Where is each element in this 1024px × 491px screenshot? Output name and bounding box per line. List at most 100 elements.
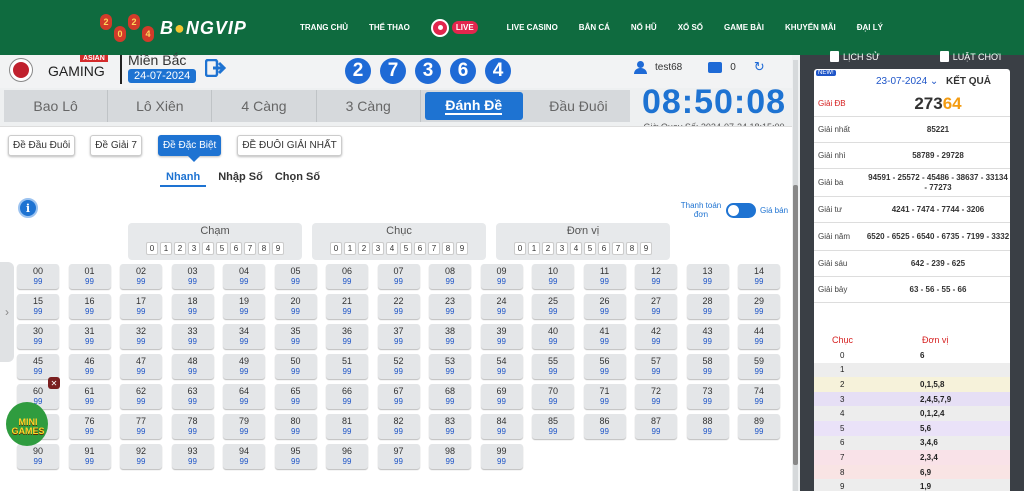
filter-digit-button[interactable]: 5 [584, 242, 596, 255]
number-cell[interactable]: 44 99 [738, 324, 780, 349]
number-cell[interactable]: 66 99 [326, 384, 368, 409]
number-cell[interactable]: 87 99 [635, 414, 677, 439]
number-cell[interactable]: 28 99 [686, 294, 729, 319]
number-cell[interactable]: 58 99 [686, 354, 729, 379]
number-cell[interactable]: 59 99 [738, 354, 780, 379]
number-cell[interactable]: 26 99 [583, 294, 626, 319]
number-cell[interactable]: 85 99 [532, 414, 574, 439]
number-cell[interactable]: 46 99 [68, 354, 111, 379]
tab-dau-duoi[interactable]: Đầu Đuôi [527, 90, 630, 122]
number-cell[interactable]: 54 99 [480, 354, 523, 379]
number-cell[interactable]: 55 99 [532, 354, 574, 379]
filter-digit-button[interactable]: 8 [442, 242, 454, 255]
number-cell[interactable]: 72 99 [635, 384, 677, 409]
number-cell[interactable]: 92 99 [120, 444, 162, 469]
number-cell[interactable]: 64 99 [223, 384, 265, 409]
number-cell[interactable]: 45 99 [17, 354, 59, 379]
filter-digit-button[interactable]: 6 [598, 242, 610, 255]
number-cell[interactable]: 24 99 [480, 294, 523, 319]
number-cell[interactable]: 05 99 [274, 264, 317, 289]
filter-digit-button[interactable]: 7 [428, 242, 440, 255]
number-cell[interactable]: 93 99 [171, 444, 214, 469]
number-cell[interactable]: 42 99 [635, 324, 677, 349]
filter-digit-button[interactable]: 8 [626, 242, 638, 255]
number-cell[interactable]: 16 99 [68, 294, 111, 319]
number-cell[interactable]: 99 99 [480, 444, 523, 469]
number-cell[interactable]: 36 99 [326, 324, 368, 349]
nav-sports[interactable]: THỂ THAO [369, 23, 410, 32]
number-cell[interactable]: 82 99 [377, 414, 420, 439]
number-cell[interactable]: 89 99 [738, 414, 780, 439]
filter-digit-button[interactable]: 5 [400, 242, 412, 255]
number-cell[interactable]: 01 99 [68, 264, 111, 289]
number-cell[interactable]: 11 99 [583, 264, 626, 289]
number-cell[interactable]: 53 99 [429, 354, 471, 379]
number-cell[interactable]: 07 99 [377, 264, 420, 289]
number-cell[interactable]: 31 99 [68, 324, 111, 349]
number-cell[interactable]: 77 99 [120, 414, 162, 439]
toggle-switch[interactable] [726, 202, 756, 218]
number-cell[interactable]: 27 99 [635, 294, 677, 319]
number-cell[interactable]: 74 99 [738, 384, 780, 409]
number-cell[interactable]: 88 99 [686, 414, 729, 439]
number-cell[interactable]: 41 99 [583, 324, 626, 349]
filter-digit-button[interactable]: 9 [272, 242, 284, 255]
number-cell[interactable]: 37 99 [377, 324, 420, 349]
number-cell[interactable]: 10 99 [532, 264, 574, 289]
number-cell[interactable]: 40 99 [532, 324, 574, 349]
number-cell[interactable]: 14 99 [738, 264, 780, 289]
number-cell[interactable]: 79 99 [223, 414, 265, 439]
filter-digit-button[interactable]: 4 [202, 242, 214, 255]
results-date-select[interactable]: 23-07-2024 ⌄ [876, 76, 938, 87]
number-cell[interactable]: 17 99 [120, 294, 162, 319]
number-cell[interactable]: 76 99 [68, 414, 111, 439]
number-cell[interactable]: 03 99 [171, 264, 214, 289]
number-cell[interactable]: 81 99 [326, 414, 368, 439]
number-cell[interactable]: 29 99 [738, 294, 780, 319]
tab-lo-xien[interactable]: Lô Xiên [108, 90, 213, 122]
filter-digit-button[interactable]: 8 [258, 242, 270, 255]
refresh-icon[interactable]: ↻ [754, 59, 765, 75]
number-cell[interactable]: 62 99 [120, 384, 162, 409]
subtype-de-dac-biet[interactable]: Đề Đặc Biệt [157, 135, 222, 162]
number-cell[interactable]: 57 99 [635, 354, 677, 379]
number-cell[interactable]: 33 99 [171, 324, 214, 349]
number-cell[interactable]: 86 99 [583, 414, 626, 439]
filter-digit-button[interactable]: 1 [160, 242, 172, 255]
number-cell[interactable]: 22 99 [377, 294, 420, 319]
tab-bao-lo[interactable]: Bao Lô [4, 90, 109, 122]
number-cell[interactable]: 61 99 [68, 384, 111, 409]
number-cell[interactable]: 91 99 [68, 444, 111, 469]
filter-digit-button[interactable]: 6 [230, 242, 242, 255]
number-cell[interactable]: 43 99 [686, 324, 729, 349]
subtype-de-giai-7[interactable]: Đề Giải 7 [90, 135, 142, 156]
number-cell[interactable]: 38 99 [429, 324, 471, 349]
tab-history[interactable]: LỊCH SỬ [830, 51, 880, 62]
number-cell[interactable]: 21 99 [326, 294, 368, 319]
number-cell[interactable]: 00 99 [17, 264, 59, 289]
tab-4-cang[interactable]: 4 Càng [212, 90, 317, 122]
tab-rules[interactable]: LUẬT CHƠI [939, 51, 1001, 62]
filter-digit-button[interactable]: 1 [344, 242, 356, 255]
filter-digit-button[interactable]: 0 [146, 242, 158, 255]
number-cell[interactable]: 23 99 [429, 294, 471, 319]
number-cell[interactable]: 49 99 [223, 354, 265, 379]
number-cell[interactable]: 48 99 [171, 354, 214, 379]
number-cell[interactable]: 63 99 [171, 384, 214, 409]
number-cell[interactable]: 39 99 [480, 324, 523, 349]
filter-digit-button[interactable]: 3 [556, 242, 568, 255]
nav-home[interactable]: TRANG CHỦ [300, 23, 348, 32]
number-cell[interactable]: 30 99 [17, 324, 59, 349]
number-cell[interactable]: 97 99 [377, 444, 420, 469]
filter-digit-button[interactable]: 4 [386, 242, 398, 255]
number-cell[interactable]: 02 99 [120, 264, 162, 289]
number-cell[interactable]: 56 99 [583, 354, 626, 379]
exit-icon[interactable] [205, 59, 227, 77]
filter-digit-button[interactable]: 9 [640, 242, 652, 255]
side-collapse-handle[interactable]: › [0, 262, 14, 362]
subtype-de-duoi-giai-nhat[interactable]: ĐỀ ĐUÔI GIẢI NHẤT [237, 135, 342, 156]
nav-live-casino[interactable]: LIVE CASINO [507, 23, 558, 32]
number-cell[interactable]: 06 99 [326, 264, 368, 289]
close-icon[interactable]: ✕ [48, 377, 60, 389]
number-cell[interactable]: 84 99 [480, 414, 523, 439]
